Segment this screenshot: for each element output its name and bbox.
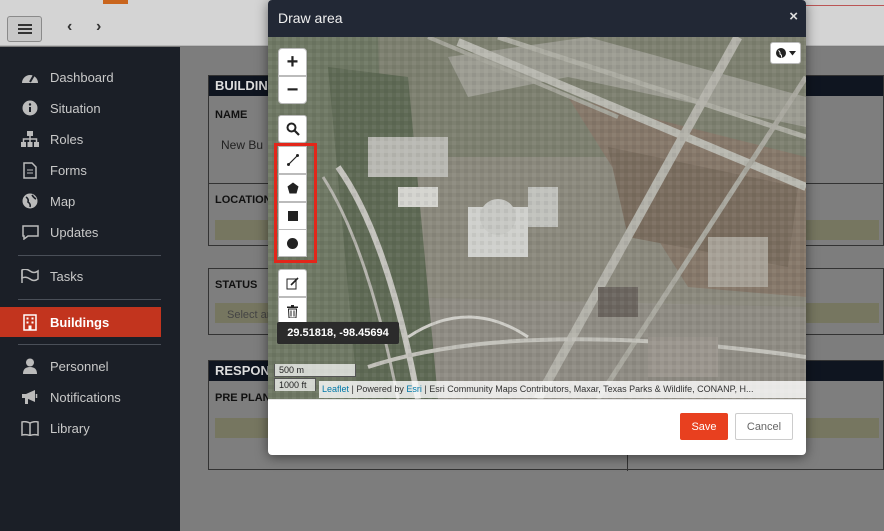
sidebar-item-dashboard[interactable]: Dashboard <box>0 62 180 92</box>
edit-layers-button[interactable] <box>278 269 307 297</box>
sidebar: Dashboard Situation Roles Forms Map Upda… <box>0 47 180 531</box>
dashboard-icon <box>21 69 39 85</box>
zoom-in-button[interactable]: + <box>278 48 307 76</box>
building-icon <box>21 313 39 331</box>
delete-layers-button[interactable] <box>278 297 307 325</box>
top-divider-line <box>806 5 884 6</box>
draw-area-modal: Draw area × + − 29.51818, -98.45694 500 … <box>268 0 806 455</box>
bullhorn-icon <box>21 389 39 405</box>
globe-icon <box>21 193 39 209</box>
location-label: LOCATION <box>215 194 272 206</box>
sidebar-item-label: Personnel <box>50 358 109 374</box>
sidebar-item-map[interactable]: Map <box>0 186 180 216</box>
sidebar-item-label: Buildings <box>50 314 110 330</box>
flag-icon <box>21 268 39 284</box>
sidebar-item-notifications[interactable]: Notifications <box>0 382 180 412</box>
sidebar-item-label: Tasks <box>50 268 84 284</box>
chat-icon <box>21 224 39 240</box>
sidebar-item-situation[interactable]: Situation <box>0 93 180 123</box>
search-button[interactable] <box>278 115 307 143</box>
sidebar-divider <box>18 299 161 300</box>
book-icon <box>21 420 39 436</box>
sidebar-item-label: Map <box>50 193 76 209</box>
forward-arrow-icon[interactable]: › <box>96 18 101 36</box>
leaflet-link[interactable]: Leaflet <box>322 384 349 394</box>
sidebar-item-label: Dashboard <box>50 69 114 85</box>
sidebar-item-label: Situation <box>50 100 101 116</box>
status-label: STATUS <box>215 279 258 291</box>
basemap-selector-button[interactable] <box>770 42 801 64</box>
coordinates-readout: 29.51818, -98.45694 <box>277 322 399 344</box>
sidebar-item-forms[interactable]: Forms <box>0 155 180 185</box>
sidebar-item-updates[interactable]: Updates <box>0 217 180 247</box>
info-icon <box>21 100 39 116</box>
sidebar-item-library[interactable]: Library <box>0 413 180 443</box>
top-accent-badge <box>103 0 128 4</box>
document-icon <box>21 161 39 179</box>
globe-icon <box>775 48 786 58</box>
sidebar-item-label: Roles <box>50 131 84 147</box>
highlight-box <box>274 143 317 263</box>
search-icon <box>286 122 300 136</box>
hamburger-menu-button[interactable] <box>7 16 42 42</box>
zoom-out-button[interactable]: − <box>278 76 307 104</box>
satellite-imagery <box>268 37 806 399</box>
scale-bar-metric: 500 m <box>274 364 356 377</box>
sidebar-item-label: Updates <box>50 224 99 240</box>
sidebar-divider <box>18 255 161 256</box>
map-attribution: Leaflet | Powered by Esri | Esri Communi… <box>319 381 806 398</box>
esri-link[interactable]: Esri <box>406 384 422 394</box>
edit-icon <box>286 276 299 289</box>
sidebar-item-label: Forms <box>50 162 87 178</box>
modal-header: Draw area × <box>268 0 806 37</box>
status-placeholder: Select ar <box>227 309 271 321</box>
satellite-map[interactable]: + − 29.51818, -98.45694 500 m 1000 ft Le… <box>268 37 806 399</box>
sidebar-divider <box>18 344 161 345</box>
modal-title: Draw area <box>278 10 343 26</box>
pre-plan-label: PRE PLAN <box>215 392 271 404</box>
sidebar-item-roles[interactable]: Roles <box>0 124 180 154</box>
sitemap-icon <box>21 131 39 147</box>
sidebar-item-personnel[interactable]: Personnel <box>0 351 180 381</box>
attribution-text: | Esri Community Maps Contributors, Maxa… <box>421 384 754 394</box>
cancel-button[interactable]: Cancel <box>735 413 793 440</box>
sidebar-item-buildings[interactable]: Buildings <box>0 307 161 337</box>
close-icon[interactable]: × <box>789 8 798 25</box>
trash-icon <box>287 304 298 318</box>
sidebar-item-label: Library <box>50 420 90 436</box>
caret-down-icon <box>788 50 796 55</box>
hamburger-icon <box>17 24 32 34</box>
scale-bar-imperial: 1000 ft <box>274 378 316 391</box>
back-arrow-icon[interactable]: ‹ <box>67 18 72 36</box>
modal-footer-divider <box>268 399 806 400</box>
column-divider <box>627 453 628 471</box>
name-label: NAME <box>215 109 248 121</box>
sidebar-item-label: Notifications <box>50 389 121 405</box>
person-icon <box>21 358 39 374</box>
save-button[interactable]: Save <box>680 413 728 440</box>
attribution-text: | Powered by <box>349 384 407 394</box>
sidebar-item-tasks[interactable]: Tasks <box>0 261 180 291</box>
name-value[interactable]: New Bu <box>221 138 263 152</box>
